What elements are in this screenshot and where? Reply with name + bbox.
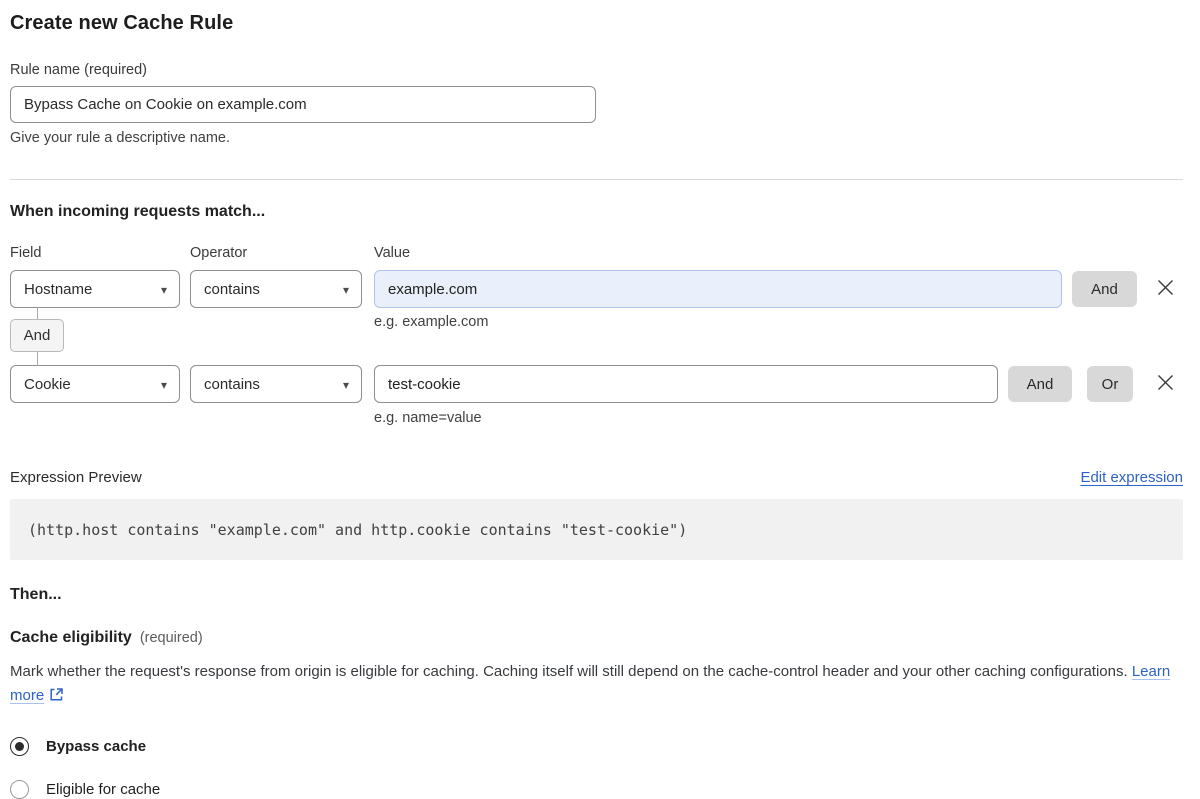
match-column-labels: Field Operator Value (10, 245, 1183, 261)
operator-select[interactable]: contains ▾ (190, 365, 362, 403)
rule-name-input[interactable] (10, 86, 596, 123)
external-link-icon (49, 686, 64, 710)
match-row: Cookie ▾ contains ▾ And Or (10, 365, 1183, 403)
row-connector-area: And e.g. example.com (10, 307, 1183, 366)
value-column-label: Value (374, 245, 411, 261)
field-select-value: Hostname (24, 280, 93, 298)
remove-condition-button[interactable] (1153, 277, 1177, 301)
cache-eligibility-title: Cache eligibility (10, 629, 132, 646)
operator-column-label: Operator (190, 245, 248, 261)
cache-eligibility-description: Mark whether the request's response from… (10, 660, 1183, 710)
rule-name-help: Give your rule a descriptive name. (10, 130, 231, 146)
or-button[interactable]: Or (1087, 366, 1133, 402)
and-button[interactable]: And (1008, 366, 1072, 402)
rule-name-label: Rule name (required) (10, 62, 148, 78)
field-select[interactable]: Hostname ▾ (10, 270, 180, 308)
expression-preview-label: Expression Preview (10, 469, 142, 486)
connector-line (37, 352, 38, 366)
value-hint: e.g. example.com (374, 314, 489, 330)
value-input[interactable] (374, 365, 998, 403)
radio-unselected-icon[interactable] (10, 780, 29, 799)
operator-select-value: contains (204, 280, 260, 298)
match-row: Hostname ▾ contains ▾ And (10, 270, 1183, 308)
chevron-down-icon: ▾ (342, 378, 349, 392)
then-heading: Then... (10, 586, 62, 603)
page-title: Create new Cache Rule (10, 12, 234, 34)
remove-condition-button[interactable] (1153, 372, 1177, 396)
description-text: Mark whether the request's response from… (10, 663, 1128, 680)
field-column-label: Field (10, 245, 42, 261)
required-tag: (required) (139, 630, 203, 646)
chevron-down-icon: ▾ (160, 283, 167, 297)
operator-select-value: contains (204, 375, 260, 393)
match-heading: When incoming requests match... (10, 203, 266, 220)
chevron-down-icon: ▾ (342, 283, 349, 297)
field-select[interactable]: Cookie ▾ (10, 365, 180, 403)
expression-code: (http.host contains "example.com" and ht… (28, 520, 688, 539)
expression-code-block: (http.host contains "example.com" and ht… (10, 499, 1183, 560)
radio-option-bypass-cache[interactable]: Bypass cache (10, 737, 1183, 756)
create-cache-rule-form: Create new Cache Rule Rule name (require… (0, 0, 1200, 799)
and-button[interactable]: And (1072, 271, 1137, 307)
radio-label: Eligible for cache (46, 781, 161, 798)
edit-expression-link[interactable]: Edit expression (1080, 469, 1183, 486)
section-divider (10, 179, 1183, 180)
connector-line (37, 307, 38, 319)
connector-and-button[interactable]: And (10, 319, 64, 352)
field-select-value: Cookie (24, 375, 71, 393)
chevron-down-icon: ▾ (160, 378, 167, 392)
cache-eligibility-header: Cache eligibility (required) (10, 629, 1183, 647)
close-icon (1156, 278, 1175, 300)
value-hint: e.g. name=value (374, 410, 482, 426)
operator-select[interactable]: contains ▾ (190, 270, 362, 308)
radio-option-eligible-for-cache[interactable]: Eligible for cache (10, 780, 1183, 799)
radio-label: Bypass cache (46, 738, 147, 755)
close-icon (1156, 373, 1175, 395)
value-input[interactable] (374, 270, 1062, 308)
expression-preview-header: Expression Preview Edit expression (10, 469, 1183, 486)
radio-selected-icon[interactable] (10, 737, 29, 756)
